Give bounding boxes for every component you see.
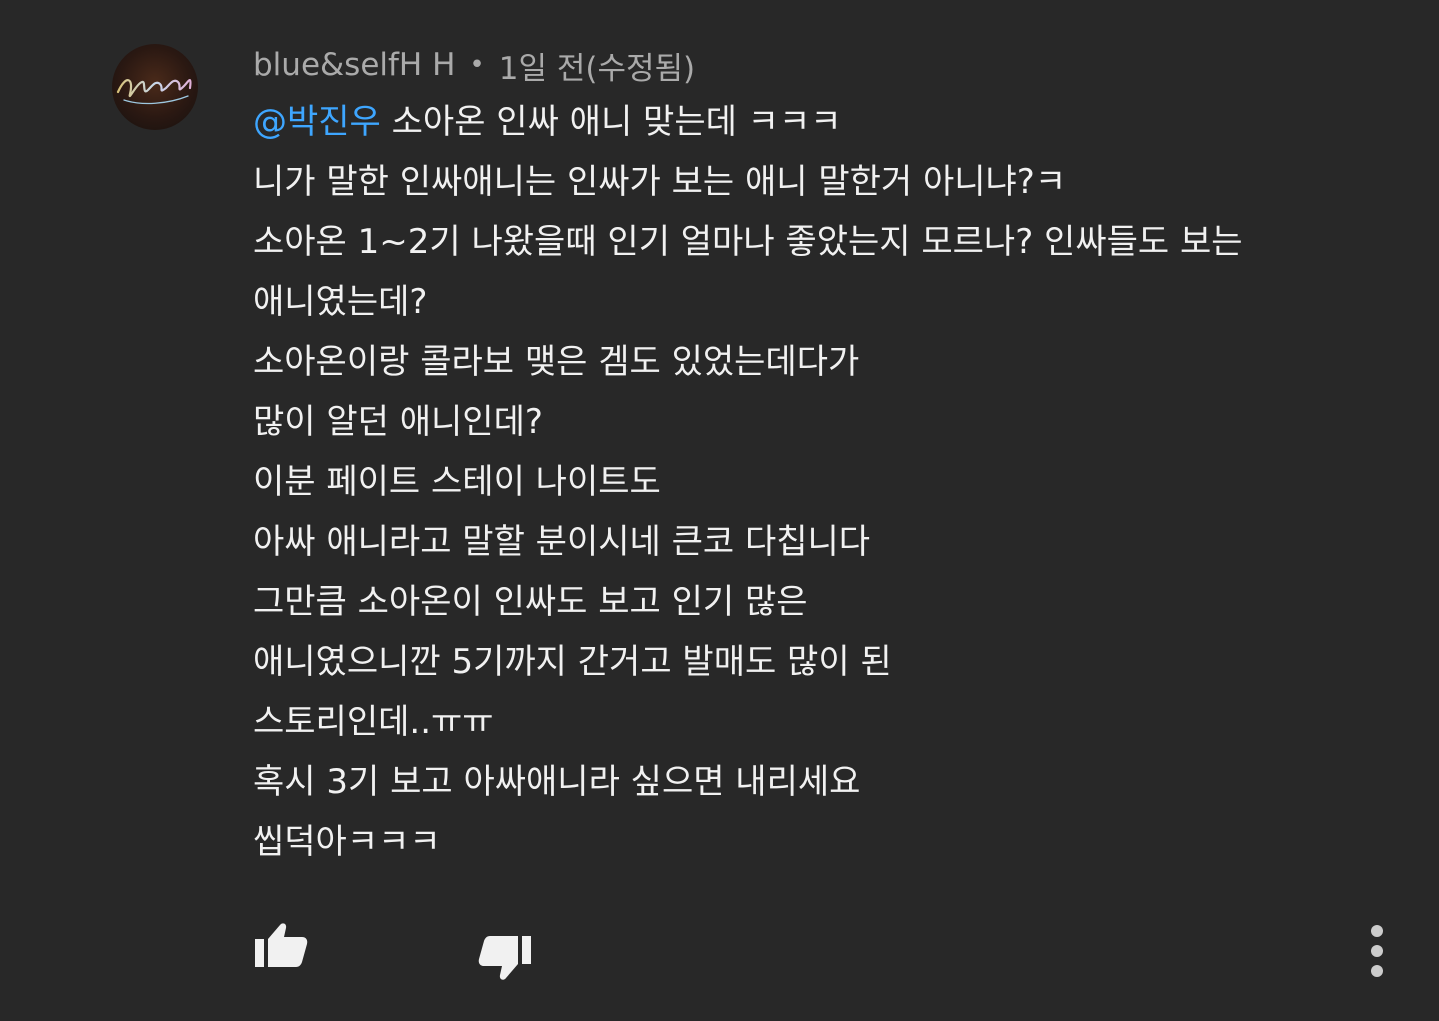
author-name[interactable]: blue&selfH H bbox=[253, 47, 455, 83]
mention-link[interactable]: @박진우 bbox=[253, 102, 381, 142]
comment-header: blue&selfH H • 1일 전(수정됨) bbox=[253, 42, 695, 88]
more-options-button[interactable] bbox=[1355, 919, 1399, 983]
more-vertical-icon bbox=[1371, 925, 1383, 977]
avatar-logo bbox=[116, 79, 192, 105]
thumbs-down-icon bbox=[478, 936, 531, 980]
comment-line: 니가 말한 인싸애니는 인싸가 보는 애니 말한거 아니냐?ㅋ bbox=[253, 162, 1067, 202]
comment-line: 소아온이랑 콜라보 맺은 겜도 있었는데다가 bbox=[253, 342, 860, 382]
comment-text: 소아온 인싸 애니 맞는데 ㅋㅋㅋ bbox=[380, 102, 842, 142]
like-button[interactable] bbox=[246, 910, 316, 980]
comment-timestamp[interactable]: 1일 전(수정됨) bbox=[499, 43, 695, 88]
thumbs-up-icon bbox=[255, 923, 308, 967]
comment-line: @박진우 소아온 인싸 애니 맞는데 ㅋㅋㅋ bbox=[253, 92, 1373, 152]
comment-line: 애니였는데? bbox=[253, 282, 428, 322]
comment-line: 이분 페이트 스테이 나이트도 bbox=[253, 462, 661, 502]
comment-line: 아싸 애니라고 말할 분이시네 큰코 다칩니다 bbox=[253, 522, 871, 562]
comment-line: 애니였으니깐 5기까지 간거고 발매도 많이 된 bbox=[253, 642, 892, 682]
comment-line: 스토리인데..ㅠㅠ bbox=[253, 702, 494, 742]
comment-line: 소아온 1~2기 나왔을때 인기 얼마나 좋았는지 모르나? 인싸들도 보는 bbox=[253, 222, 1243, 262]
avatar[interactable] bbox=[112, 44, 198, 130]
header-separator: • bbox=[469, 50, 485, 80]
dislike-button[interactable] bbox=[470, 923, 540, 993]
comment-line: 혹시 3기 보고 아싸애니라 싶으면 내리세요 bbox=[253, 762, 861, 802]
comment-line: 많이 알던 애니인데? bbox=[253, 402, 543, 442]
comment-body: @박진우 소아온 인싸 애니 맞는데 ㅋㅋㅋ 니가 말한 인싸애니는 인싸가 보… bbox=[253, 92, 1373, 872]
comment-line: 씹덕아ㅋㅋㅋ bbox=[253, 822, 441, 862]
comment-actions bbox=[0, 905, 1439, 995]
comment-line: 그만큼 소아온이 인싸도 보고 인기 많은 bbox=[253, 582, 808, 622]
